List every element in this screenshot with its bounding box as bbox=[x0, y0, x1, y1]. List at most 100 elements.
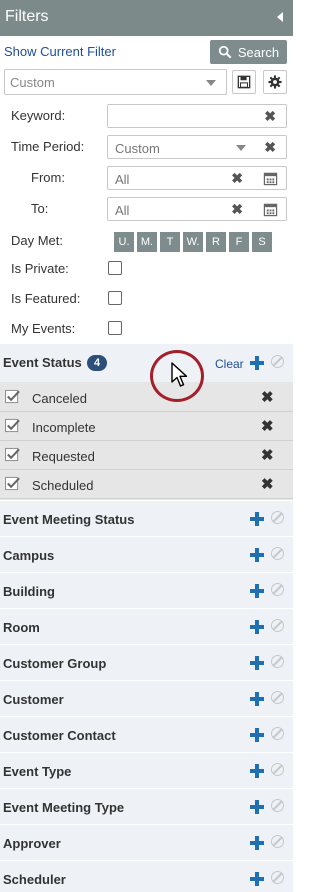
list-item: Canceled ✖ bbox=[0, 383, 293, 412]
day-toggle-friday[interactable]: F bbox=[229, 232, 249, 252]
search-button-label: Search bbox=[237, 44, 280, 60]
keyword-label: Keyword: bbox=[11, 108, 66, 123]
ban-icon[interactable] bbox=[271, 763, 284, 776]
show-current-filter-link[interactable]: Show Current Filter bbox=[4, 44, 116, 59]
day-toggle-saturday[interactable]: S bbox=[252, 232, 272, 252]
ban-icon[interactable] bbox=[271, 355, 284, 368]
calendar-icon[interactable] bbox=[263, 171, 278, 186]
floppy-disk-icon bbox=[237, 75, 251, 89]
section-event-meeting-type[interactable]: Event Meeting Type bbox=[0, 789, 293, 825]
plus-icon[interactable] bbox=[250, 356, 264, 370]
from-date-input[interactable]: All ✖ bbox=[107, 166, 287, 190]
section-title: Customer Contact bbox=[3, 728, 116, 743]
section-customer-contact[interactable]: Customer Contact bbox=[0, 717, 293, 753]
ban-icon[interactable] bbox=[271, 619, 284, 632]
checkmark-icon bbox=[5, 389, 20, 404]
plus-icon[interactable] bbox=[250, 836, 264, 850]
plus-icon[interactable] bbox=[250, 800, 264, 814]
section-title: Scheduler bbox=[3, 872, 66, 887]
section-title: Event Type bbox=[3, 764, 72, 779]
collapse-icon[interactable] bbox=[277, 12, 283, 22]
day-toggle-sunday[interactable]: U. bbox=[114, 232, 134, 252]
clear-to-icon[interactable]: ✖ bbox=[231, 202, 243, 216]
status-name: Incomplete bbox=[32, 420, 96, 435]
mouse-cursor-icon bbox=[171, 362, 188, 387]
ban-icon[interactable] bbox=[271, 799, 284, 812]
ban-icon[interactable] bbox=[271, 511, 284, 524]
section-title: Approver bbox=[3, 836, 61, 851]
status-name: Requested bbox=[32, 449, 95, 464]
list-item: Requested ✖ bbox=[0, 441, 293, 470]
time-period-value: Custom bbox=[115, 141, 160, 156]
search-button[interactable]: Search bbox=[210, 40, 287, 64]
plus-icon[interactable] bbox=[250, 728, 264, 742]
calendar-icon[interactable] bbox=[263, 202, 278, 217]
settings-button[interactable] bbox=[263, 70, 287, 94]
selected-count-badge: 4 bbox=[87, 355, 107, 371]
my-events-label: My Events: bbox=[11, 321, 76, 336]
ban-icon[interactable] bbox=[271, 547, 284, 560]
filters-header: Filters bbox=[0, 0, 293, 36]
section-customer-group[interactable]: Customer Group bbox=[0, 645, 293, 681]
saved-filter-select[interactable]: Custom bbox=[4, 69, 227, 95]
clear-event-status-link[interactable]: Clear bbox=[215, 357, 244, 371]
remove-item-icon[interactable]: ✖ bbox=[261, 448, 274, 463]
panel-title: Filters bbox=[5, 8, 49, 25]
ban-icon[interactable] bbox=[271, 583, 284, 596]
plus-icon[interactable] bbox=[250, 656, 264, 670]
plus-icon[interactable] bbox=[250, 692, 264, 706]
chevron-down-icon bbox=[236, 145, 246, 151]
section-event-type[interactable]: Event Type bbox=[0, 753, 293, 789]
section-approver[interactable]: Approver bbox=[0, 825, 293, 861]
status-name: Scheduled bbox=[32, 478, 94, 493]
section-scheduler[interactable]: Scheduler bbox=[0, 861, 293, 892]
plus-icon[interactable] bbox=[250, 620, 264, 634]
plus-icon[interactable] bbox=[250, 764, 264, 778]
section-customer[interactable]: Customer bbox=[0, 681, 293, 717]
section-title: Event Meeting Type bbox=[3, 800, 125, 815]
my-events-checkbox[interactable] bbox=[108, 321, 122, 335]
ban-icon[interactable] bbox=[271, 691, 284, 704]
chevron-down-icon bbox=[206, 80, 216, 86]
plus-icon[interactable] bbox=[250, 548, 264, 562]
remove-item-icon[interactable]: ✖ bbox=[261, 477, 274, 492]
day-toggle-tuesday[interactable]: T bbox=[160, 232, 180, 252]
time-period-select[interactable]: Custom ✖ bbox=[107, 135, 287, 159]
event-status-section-header[interactable]: Event Status 4 Clear bbox=[0, 344, 293, 382]
clear-keyword-icon[interactable]: ✖ bbox=[264, 109, 276, 123]
list-item: Scheduled ✖ bbox=[0, 470, 293, 499]
to-date-input[interactable]: All ✖ bbox=[107, 197, 287, 221]
plus-icon[interactable] bbox=[250, 872, 264, 886]
event-status-title: Event Status bbox=[3, 355, 82, 370]
is-private-label: Is Private: bbox=[11, 261, 69, 276]
plus-icon[interactable] bbox=[250, 584, 264, 598]
section-title: Room bbox=[3, 620, 40, 635]
ban-icon[interactable] bbox=[271, 727, 284, 740]
clear-from-icon[interactable]: ✖ bbox=[231, 171, 243, 185]
ban-icon[interactable] bbox=[271, 655, 284, 668]
keyword-input[interactable]: ✖ bbox=[107, 104, 287, 128]
section-event-meeting-status[interactable]: Event Meeting Status bbox=[0, 501, 293, 537]
search-icon bbox=[218, 45, 232, 59]
plus-icon[interactable] bbox=[250, 512, 264, 526]
ban-icon[interactable] bbox=[271, 835, 284, 848]
day-toggle-thursday[interactable]: R bbox=[206, 232, 226, 252]
section-building[interactable]: Building bbox=[0, 573, 293, 609]
save-filter-button[interactable] bbox=[232, 70, 256, 94]
section-title: Building bbox=[3, 584, 55, 599]
section-room[interactable]: Room bbox=[0, 609, 293, 645]
section-campus[interactable]: Campus bbox=[0, 537, 293, 573]
is-private-checkbox[interactable] bbox=[108, 261, 122, 275]
clear-time-period-icon[interactable]: ✖ bbox=[264, 140, 276, 154]
day-toggle-monday[interactable]: M. bbox=[137, 232, 157, 252]
section-title: Customer bbox=[3, 692, 64, 707]
is-featured-checkbox[interactable] bbox=[108, 291, 122, 305]
day-toggle-wednesday[interactable]: W. bbox=[183, 232, 203, 252]
ban-icon[interactable] bbox=[271, 871, 284, 884]
gear-icon bbox=[268, 75, 282, 89]
event-status-list: Canceled ✖ Incomplete ✖ Requested ✖ Sche… bbox=[0, 382, 293, 500]
remove-item-icon[interactable]: ✖ bbox=[261, 390, 274, 405]
remove-item-icon[interactable]: ✖ bbox=[261, 419, 274, 434]
time-period-label: Time Period: bbox=[11, 139, 85, 154]
checkmark-icon bbox=[5, 476, 20, 491]
